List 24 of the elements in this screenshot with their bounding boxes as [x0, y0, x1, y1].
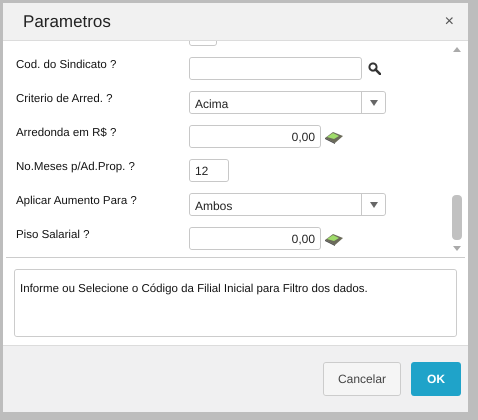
dropdown[interactable]: Acima	[189, 91, 386, 114]
down-arrow-icon[interactable]	[453, 246, 461, 251]
window-title: Parametros	[23, 10, 111, 33]
scroll-thumb[interactable]	[452, 195, 462, 240]
field-label: No.Meses p/Ad.Prop. ?	[16, 161, 135, 173]
help-text: Informe ou Selecione o Código da Filial Inicial para Filtro dos dados.	[20, 283, 368, 295]
search-icon[interactable]	[368, 62, 381, 75]
input-field[interactable]: 12	[189, 159, 229, 182]
input-field[interactable]: 0,00	[189, 125, 321, 148]
field-label: Cod. do Sindicato ?	[16, 59, 116, 71]
calculator-icon	[324, 130, 344, 144]
input-field[interactable]: 0,00	[189, 227, 321, 250]
calculator-icon	[324, 232, 344, 246]
field-label: Aplicar Aumento Para ?	[16, 195, 137, 207]
up-arrow-icon[interactable]	[453, 47, 461, 52]
caret-icon	[370, 202, 378, 208]
field-label: Arredonda em R$ ?	[16, 127, 116, 139]
cancel-button[interactable]: Cancelar	[323, 362, 401, 396]
dropdown[interactable]: Ambos	[189, 193, 386, 216]
input-field[interactable]	[189, 57, 362, 80]
close-button[interactable]: ×	[444, 14, 454, 30]
field-label: Piso Salarial ?	[16, 229, 90, 241]
caret-icon	[370, 100, 378, 106]
field-label: Criterio de Arred. ?	[16, 93, 113, 105]
